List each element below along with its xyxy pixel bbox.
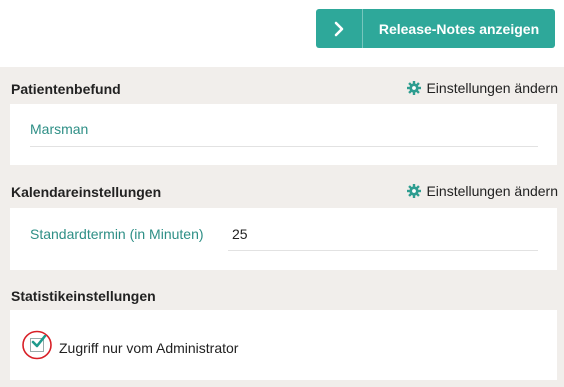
admin-only-label[interactable]: Zugriff nur vom Administrator <box>59 340 238 356</box>
default-appointment-value[interactable]: 25 <box>232 226 248 242</box>
edit-settings-patient-link[interactable]: Einstellungen ändern <box>407 80 558 96</box>
field-underline <box>30 146 538 147</box>
panel-statistics: Zugriff nur vom Administrator <box>10 310 557 380</box>
patient-template-link[interactable]: Marsman <box>30 121 88 137</box>
top-bar: Release-Notes anzeigen <box>0 0 564 67</box>
panel-patient: Marsman <box>10 104 557 165</box>
chevron-right-icon <box>316 9 363 48</box>
panel-calendar: Standardtermin (in Minuten) 25 <box>10 208 557 270</box>
default-appointment-label: Standardtermin (in Minuten) <box>30 226 204 242</box>
settings-content: Patientenbefund Einstellungen ändern Mar… <box>0 67 564 387</box>
release-notes-label: Release-Notes anzeigen <box>378 20 540 37</box>
admin-only-checkbox[interactable] <box>21 329 52 360</box>
gear-icon <box>407 81 422 95</box>
edit-settings-calendar-link[interactable]: Einstellungen ändern <box>407 183 558 199</box>
gear-icon <box>407 184 422 198</box>
section-title-calendar: Kalendareinstellungen <box>11 184 162 200</box>
release-notes-button[interactable]: Release-Notes anzeigen <box>316 9 555 48</box>
default-appointment-input-underline[interactable] <box>228 250 538 251</box>
check-icon <box>31 335 47 348</box>
edit-settings-patient-label: Einstellungen ändern <box>426 80 558 96</box>
section-title-patient: Patientenbefund <box>11 81 121 97</box>
section-title-statistics: Statistikeinstellungen <box>11 288 156 304</box>
edit-settings-calendar-label: Einstellungen ändern <box>426 183 558 199</box>
